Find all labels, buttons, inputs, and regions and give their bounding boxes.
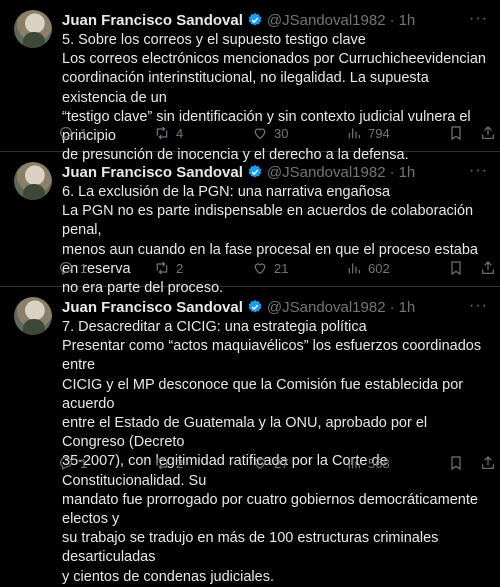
action-bar: 1 4 30 794 — [58, 125, 494, 145]
separator-dot: · — [389, 163, 395, 181]
retweet-button[interactable]: 2 — [154, 455, 183, 471]
tweet-text-line: coordinación interinstitucional, no ileg… — [62, 70, 429, 106]
retweet-count: 2 — [176, 455, 184, 471]
bookmark-icon — [451, 126, 461, 141]
avatar[interactable] — [14, 10, 52, 48]
retweet-icon — [156, 126, 168, 140]
separator-dot: · — [389, 11, 395, 29]
tweet-feed: Juan Francisco Sandoval @JSandoval1982 ·… — [0, 0, 500, 585]
user-handle[interactable]: @JSandoval1982 — [267, 12, 386, 29]
bookmark-icon — [451, 261, 461, 276]
tweet-text-line: su trabajo se tradujo en más de 100 estr… — [62, 530, 439, 566]
heart-icon — [254, 128, 266, 140]
tweet-text: 5. Sobre los correos y el supuesto testi… — [62, 31, 490, 165]
user-handle[interactable]: @JSandoval1982 — [267, 164, 386, 181]
tweet-text-line: CICIG y el MP desconoce que la Comisión … — [62, 376, 464, 412]
views-button[interactable]: 568 — [346, 455, 390, 471]
more-options-icon[interactable]: ··· — [469, 297, 488, 315]
timestamp[interactable]: 1h — [399, 12, 416, 29]
tweet-text-line: La PGN no es parte indispensable en acue… — [62, 203, 474, 239]
action-bar: 1 2 21 602 — [58, 260, 494, 280]
reply-count: 1 — [80, 260, 88, 276]
display-name[interactable]: Juan Francisco Sandoval — [62, 164, 243, 181]
timestamp[interactable]: 1h — [399, 164, 416, 181]
like-button[interactable]: 21 — [252, 260, 288, 276]
share-icon — [482, 456, 494, 469]
tweet-text-line: mandato fue prorrogado por cuatro gobier… — [62, 491, 478, 528]
heart-icon — [254, 263, 266, 275]
share-button[interactable] — [480, 125, 496, 141]
views-button[interactable]: 794 — [346, 125, 390, 141]
reply-count: 1 — [80, 125, 88, 141]
retweet-button[interactable]: 2 — [154, 260, 183, 276]
more-options-icon[interactable]: ··· — [469, 10, 488, 28]
action-bar: 1 2 27 568 — [58, 455, 494, 475]
bookmark-button[interactable] — [448, 125, 464, 141]
like-count: 30 — [274, 125, 289, 141]
reply-icon — [60, 127, 72, 141]
share-icon — [482, 261, 494, 274]
timestamp[interactable]: 1h — [399, 299, 416, 316]
tweet[interactable]: Juan Francisco Sandoval @JSandoval1982 ·… — [0, 0, 500, 163]
verified-badge-icon — [247, 299, 263, 315]
tweet-header: Juan Francisco Sandoval @JSandoval1982 ·… — [62, 162, 486, 182]
view-count: 794 — [368, 125, 390, 141]
avatar[interactable] — [14, 162, 52, 200]
views-icon — [348, 458, 360, 469]
tweet-text: 6. La exclusión de la PGN: una narrativa… — [62, 183, 490, 298]
retweet-count: 4 — [176, 125, 184, 141]
more-options-icon[interactable]: ··· — [469, 162, 488, 180]
view-count: 568 — [368, 455, 390, 471]
display-name[interactable]: Juan Francisco Sandoval — [62, 299, 243, 316]
reply-button[interactable]: 1 — [58, 125, 87, 141]
bookmark-button[interactable] — [448, 260, 464, 276]
tweet[interactable]: Juan Francisco Sandoval @JSandoval1982 ·… — [0, 287, 500, 585]
retweet-button[interactable]: 4 — [154, 125, 183, 141]
reply-icon — [60, 262, 72, 276]
views-icon — [348, 263, 360, 274]
views-icon — [348, 128, 360, 139]
verified-badge-icon — [247, 12, 263, 28]
view-count: 602 — [368, 260, 390, 276]
avatar[interactable] — [14, 297, 52, 335]
tweet-text-line: entre el Estado de Guatemala y la ONU, a… — [62, 415, 428, 451]
like-count: 27 — [274, 455, 289, 471]
tweet-text: 7. Desacreditar a CICIG: una estrategia … — [62, 318, 490, 587]
like-button[interactable]: 30 — [252, 125, 288, 141]
like-button[interactable]: 27 — [252, 455, 288, 471]
bookmark-button[interactable] — [448, 455, 464, 471]
tweet[interactable]: Juan Francisco Sandoval @JSandoval1982 ·… — [0, 152, 500, 296]
tweet-text-line: 5. Sobre los correos y el supuesto testi… — [62, 32, 366, 48]
views-button[interactable]: 602 — [346, 260, 390, 276]
tweet-text-line: Presentar como “actos maquiavélicos” los… — [62, 338, 482, 374]
share-icon — [482, 126, 494, 139]
tweet-text-line: 6. La exclusión de la PGN: una narrativa… — [62, 184, 391, 200]
tweet-header: Juan Francisco Sandoval @JSandoval1982 ·… — [62, 10, 486, 30]
reply-icon — [60, 457, 72, 471]
reply-button[interactable]: 1 — [58, 260, 87, 276]
separator-dot: · — [389, 298, 395, 316]
share-button[interactable] — [480, 455, 496, 471]
retweet-icon — [156, 456, 168, 470]
reply-button[interactable]: 1 — [58, 455, 87, 471]
verified-badge-icon — [247, 164, 263, 180]
share-button[interactable] — [480, 260, 496, 276]
display-name[interactable]: Juan Francisco Sandoval — [62, 12, 243, 29]
bookmark-icon — [451, 456, 461, 471]
tweet-header: Juan Francisco Sandoval @JSandoval1982 ·… — [62, 297, 486, 317]
reply-count: 1 — [80, 455, 88, 471]
tweet-text-line: y cientos de condenas judiciales. — [62, 568, 274, 585]
heart-icon — [254, 458, 266, 470]
like-count: 21 — [274, 260, 289, 276]
retweet-count: 2 — [176, 260, 184, 276]
tweet-text-line: Los correos electrónicos mencionados por… — [62, 51, 486, 68]
user-handle[interactable]: @JSandoval1982 — [267, 299, 386, 316]
retweet-icon — [156, 261, 168, 275]
tweet-text-line: 7. Desacreditar a CICIG: una estrategia … — [62, 319, 367, 335]
